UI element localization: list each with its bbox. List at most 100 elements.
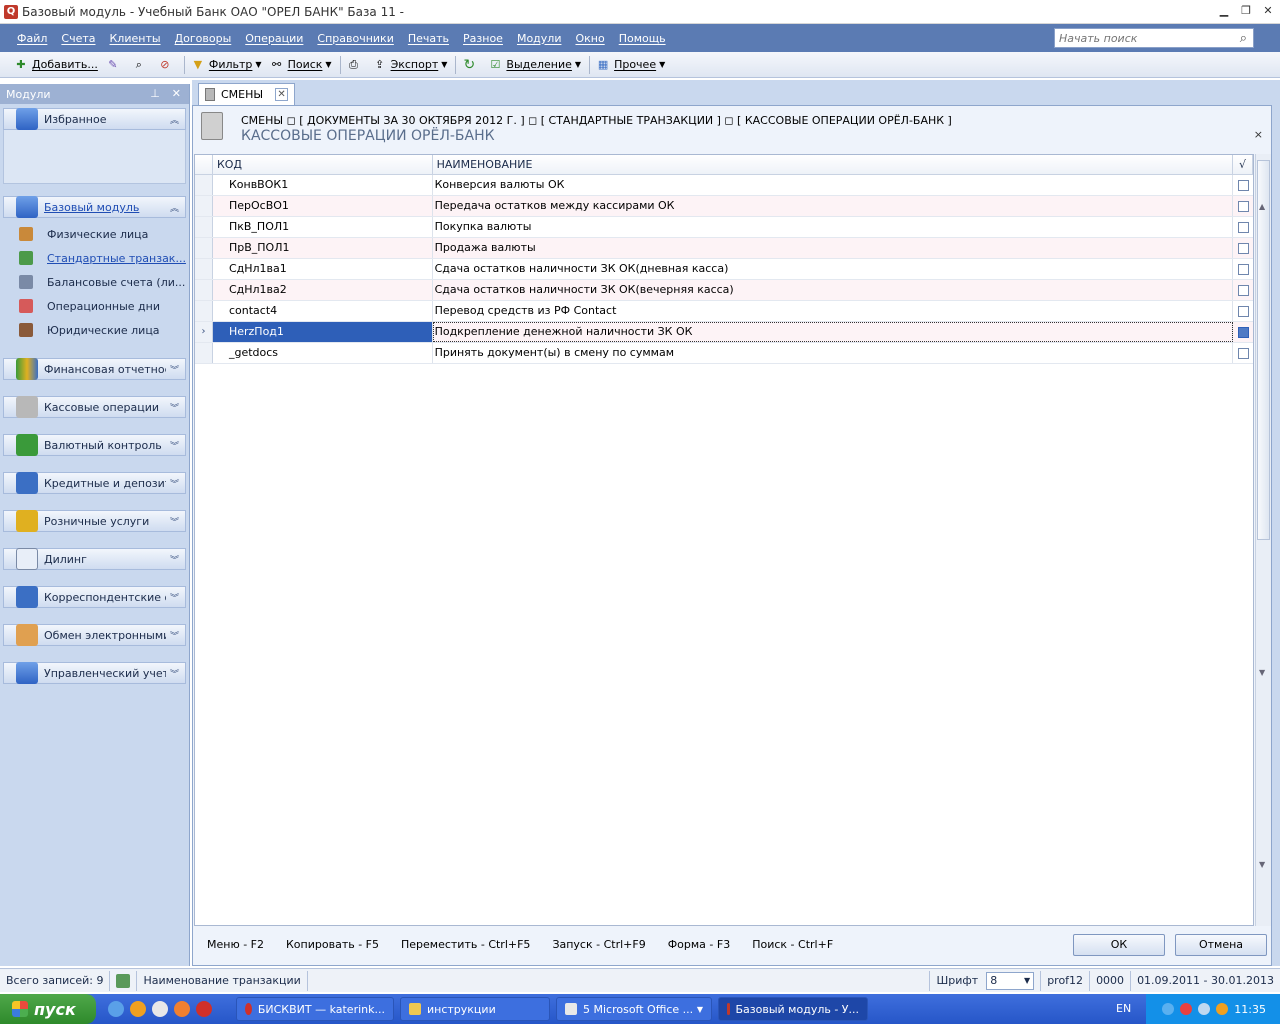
menu-window[interactable]: Окно [575, 32, 604, 45]
group-header-correspondent[interactable]: Корреспондентские отн ︾ [3, 586, 186, 608]
scrollbar-thumb[interactable] [1257, 160, 1270, 540]
table-row[interactable]: › HerzПод1 Подкрепление денежной наличност… [195, 322, 1253, 343]
task-office[interactable]: 5 Microsoft Office ... ▼ [556, 997, 712, 1021]
menu-help[interactable]: Помощь [619, 32, 666, 45]
hotkey-move[interactable]: Переместить - Ctrl+F5 [401, 938, 530, 951]
calculator-icon[interactable] [116, 973, 131, 988]
export-button[interactable]: ⇪ Экспорт ▼ [373, 58, 447, 72]
menu-misc[interactable]: Разное [463, 32, 503, 45]
row-checkbox[interactable] [1237, 200, 1249, 212]
cell-name[interactable]: Подкрепление денежной наличности ЗК ОК [432, 322, 1234, 342]
cell-code[interactable]: ПкВ_ПОЛ1 [213, 217, 433, 237]
hotkey-run[interactable]: Запуск - Ctrl+F9 [552, 938, 645, 951]
close-icon[interactable]: ✕ [275, 88, 289, 101]
pin-icon[interactable]: ⊥ [150, 87, 160, 100]
task-opera[interactable]: БИСКВИТ — katerink... [236, 997, 394, 1021]
task-folder[interactable]: инструкции [400, 997, 550, 1021]
cell-code[interactable]: contact4 [213, 301, 433, 321]
column-header-check[interactable]: √ [1233, 155, 1253, 174]
other-button[interactable]: ▦ Прочее ▼ [596, 58, 665, 72]
table-row[interactable]: _getdocs Принять документ(ы) в смену по с… [195, 343, 1253, 364]
cell-name[interactable]: Продажа валюты [433, 238, 1234, 258]
vertical-scrollbar[interactable]: ▲ ▼ ▼ [1255, 154, 1271, 926]
search-icon[interactable]: ⌕ [1240, 31, 1247, 46]
row-checkbox[interactable] [1237, 242, 1249, 254]
table-row[interactable]: СдНл1ва1 Сдача остатков наличности ЗК ОК(… [195, 259, 1253, 280]
network-icon[interactable] [1180, 1003, 1193, 1015]
row-checkbox[interactable] [1237, 263, 1249, 275]
media-player-icon[interactable] [130, 1001, 146, 1017]
font-size-select[interactable]: 8 ▼ [986, 971, 1035, 990]
cell-code[interactable]: КонвВОК1 [213, 175, 433, 195]
menu-modules[interactable]: Модули [517, 32, 562, 45]
menu-clients[interactable]: Клиенты [110, 32, 161, 45]
row-checkbox[interactable] [1237, 326, 1249, 338]
group-header-currency-control[interactable]: Валютный контроль ︾ [3, 434, 186, 456]
select-button[interactable]: ☑ Выделение ▼ [488, 58, 581, 72]
table-row[interactable]: ПерОсВО1 Передача остатков между кассирам… [195, 196, 1253, 217]
task-base-module[interactable]: Базовый модуль - У... [718, 997, 868, 1021]
search-button[interactable]: ⚯ Поиск ▼ [270, 58, 332, 72]
print-button[interactable]: ⎙ [347, 58, 365, 72]
volume-icon[interactable] [1198, 1003, 1211, 1015]
close-icon[interactable]: × [1254, 128, 1263, 141]
security-icon[interactable] [1216, 1003, 1229, 1015]
tab-shifts[interactable]: СМЕНЫ ✕ [198, 83, 296, 105]
table-row[interactable]: contact4 Перевод средств из РФ Contact [195, 301, 1253, 322]
cell-name[interactable]: Передача остатков между кассирами ОК [433, 196, 1234, 216]
row-checkbox[interactable] [1237, 347, 1249, 359]
group-header-favorites[interactable]: Избранное ︽ [3, 108, 186, 130]
group-header-credit-deposit[interactable]: Кредитные и депозитные ︾ [3, 472, 186, 494]
group-header-financial-reporting[interactable]: Финансовая отчетность ︾ [3, 358, 186, 380]
cell-code[interactable]: HerzПод1 [212, 322, 433, 342]
menu-references[interactable]: Справочники [317, 32, 393, 45]
sidebar-item-individuals[interactable]: Физические лица [3, 222, 186, 246]
tray-arrow-icon[interactable] [1162, 1003, 1175, 1015]
language-indicator[interactable]: EN [1116, 1002, 1131, 1015]
cell-name[interactable]: Сдача остатков наличности ЗК ОК(вечерняя… [433, 280, 1234, 300]
menu-operations[interactable]: Операции [245, 32, 303, 45]
filter-button[interactable]: ▼ Фильтр ▼ [191, 58, 262, 72]
close-icon[interactable]: ✕ [1262, 4, 1274, 17]
hotkey-search[interactable]: Поиск - Ctrl+F [752, 938, 833, 951]
row-checkbox[interactable] [1237, 221, 1249, 233]
delete-button[interactable]: ⊘ [158, 58, 176, 72]
cell-code[interactable]: СдНл1ва2 [213, 280, 433, 300]
sidebar-item-operational-days[interactable]: Операционные дни [3, 294, 186, 318]
close-icon[interactable]: ✕ [172, 87, 181, 100]
maximize-icon[interactable]: ❐ [1240, 4, 1252, 17]
cell-name[interactable]: Покупка валюты [433, 217, 1234, 237]
menu-file[interactable]: Файл [17, 32, 47, 45]
cell-code[interactable]: ПрВ_ПОЛ1 [213, 238, 433, 258]
row-checkbox[interactable] [1237, 305, 1249, 317]
cell-name[interactable]: Принять документ(ы) в смену по суммам [433, 343, 1234, 363]
table-row[interactable]: ПкВ_ПОЛ1 Покупка валюты [195, 217, 1253, 238]
hotkey-copy[interactable]: Копировать - F5 [286, 938, 379, 951]
table-row[interactable]: ПрВ_ПОЛ1 Продажа валюты [195, 238, 1253, 259]
cell-name[interactable]: Конверсия валюты ОК [433, 175, 1234, 195]
sidebar-item-balance-accounts[interactable]: Балансовые счета (ли... [3, 270, 186, 294]
ie-icon[interactable] [108, 1001, 124, 1017]
group-header-retail-services[interactable]: Розничные услуги ︾ [3, 510, 186, 532]
group-header-dealing[interactable]: Дилинг ︾ [3, 548, 186, 570]
row-checkbox[interactable] [1237, 284, 1249, 296]
explorer-icon[interactable] [152, 1001, 168, 1017]
column-header-code[interactable]: КОД [213, 155, 433, 174]
group-header-cash-operations[interactable]: Кассовые операции ︾ [3, 396, 186, 418]
cancel-button[interactable]: Отмена [1175, 934, 1267, 956]
search-input[interactable] [1055, 31, 1225, 45]
opera-icon[interactable] [196, 1001, 212, 1017]
hotkey-menu[interactable]: Меню - F2 [207, 938, 264, 951]
cell-name[interactable]: Перевод средств из РФ Contact [433, 301, 1234, 321]
row-checkbox[interactable] [1237, 179, 1249, 191]
messenger-icon[interactable] [174, 1001, 190, 1017]
menu-accounts[interactable]: Счета [61, 32, 95, 45]
group-header-electronic-exchange[interactable]: Обмен электронными до ︾ [3, 624, 186, 646]
minimize-icon[interactable]: ▁ [1218, 4, 1230, 17]
menu-print[interactable]: Печать [408, 32, 449, 45]
view-button[interactable]: ⌕ [132, 58, 150, 72]
menu-contracts[interactable]: Договоры [175, 32, 232, 45]
clock[interactable]: 11:35 [1234, 1003, 1266, 1016]
column-header-name[interactable]: НАИМЕНОВАНИЕ [433, 155, 1234, 174]
add-button[interactable]: ✚ Добавить... [14, 58, 97, 72]
